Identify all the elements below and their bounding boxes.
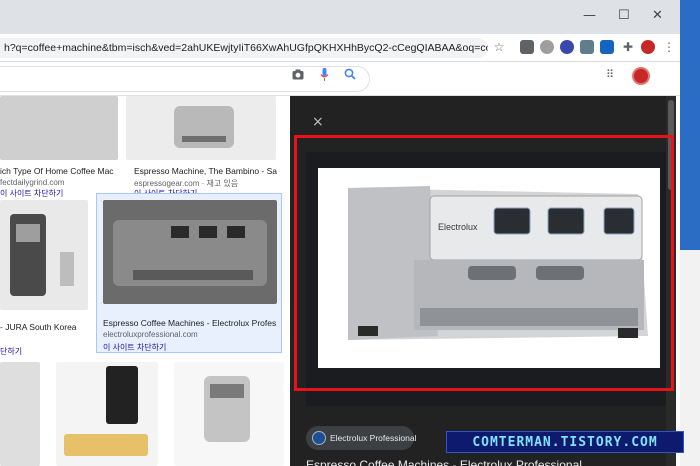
result-source: fectdailygrind.com <box>0 178 65 187</box>
google-header: ⠿ <box>0 62 680 96</box>
browser-toolbar: h?q=coffee+machine&tbm=isch&ved=2ahUKEwj… <box>0 34 680 62</box>
block-site-link[interactable]: 이 사이트 차단하기 <box>0 188 63 199</box>
result-thumbnail[interactable] <box>0 200 88 310</box>
site-favicon-icon <box>312 431 326 445</box>
image-results-grid: ich Type Of Home Coffee Mac fectdailygri… <box>0 96 290 466</box>
highlight-annotation-box <box>294 135 674 391</box>
maximize-button[interactable]: ☐ <box>618 8 630 23</box>
extension-tool-icon[interactable] <box>580 40 594 54</box>
close-preview-button[interactable]: × <box>312 114 324 130</box>
result-thumbnail-selected[interactable] <box>103 200 277 304</box>
result-thumbnail[interactable] <box>0 362 40 466</box>
account-avatar-icon[interactable] <box>632 67 650 85</box>
preview-title[interactable]: Espresso Coffee Machines - Electrolux Pr… <box>306 458 582 466</box>
search-input[interactable] <box>0 66 370 92</box>
extension-translate-icon[interactable] <box>600 40 614 54</box>
selected-result[interactable]: Espresso Coffee Machines - Electrolux Pr… <box>96 193 282 353</box>
source-site-name: Electrolux Professional <box>330 433 417 443</box>
block-site-link[interactable]: 이 사이트 차단하기 <box>103 342 166 353</box>
title-bar: — ☐ ✕ <box>0 0 680 34</box>
extension-cast-icon[interactable] <box>520 40 534 54</box>
watermark: COMTERMAN.TISTORY.COM <box>446 431 684 453</box>
camera-search-icon[interactable] <box>292 68 304 83</box>
result-caption[interactable]: Espresso Machine, The Bambino - Sa <box>134 166 280 176</box>
result-thumbnail[interactable] <box>0 96 118 160</box>
result-caption[interactable]: ich Type Of Home Coffee Mac <box>0 166 118 176</box>
result-caption[interactable]: Espresso Coffee Machines - Electrolux Pr… <box>103 318 277 328</box>
search-icon[interactable] <box>344 68 356 83</box>
block-site-link[interactable]: 단하기 <box>0 346 22 357</box>
extension-info-icon[interactable] <box>560 40 574 54</box>
result-thumbnail[interactable] <box>174 362 284 466</box>
address-bar[interactable]: h?q=coffee+machine&tbm=isch&ved=2ahUKEwj… <box>0 38 488 58</box>
minimize-button[interactable]: — <box>583 8 596 23</box>
extension-circle-icon[interactable] <box>540 40 554 54</box>
source-site-chip[interactable]: Electrolux Professional <box>306 426 417 450</box>
apps-grid-icon[interactable]: ⠿ <box>606 68 614 81</box>
result-thumbnail[interactable] <box>56 362 158 466</box>
result-caption[interactable]: - JURA South Korea <box>0 322 90 332</box>
voice-search-icon[interactable] <box>320 68 329 85</box>
profile-avatar-icon[interactable] <box>641 40 655 54</box>
result-thumbnail[interactable] <box>126 96 276 160</box>
close-window-button[interactable]: ✕ <box>652 8 663 23</box>
menu-kebab-icon[interactable]: ⋮ <box>662 40 676 54</box>
result-source: electroluxprofessional.com <box>103 330 198 339</box>
extensions-puzzle-icon[interactable]: ✚ <box>621 40 635 54</box>
bookmark-star-icon[interactable]: ☆ <box>492 40 506 54</box>
